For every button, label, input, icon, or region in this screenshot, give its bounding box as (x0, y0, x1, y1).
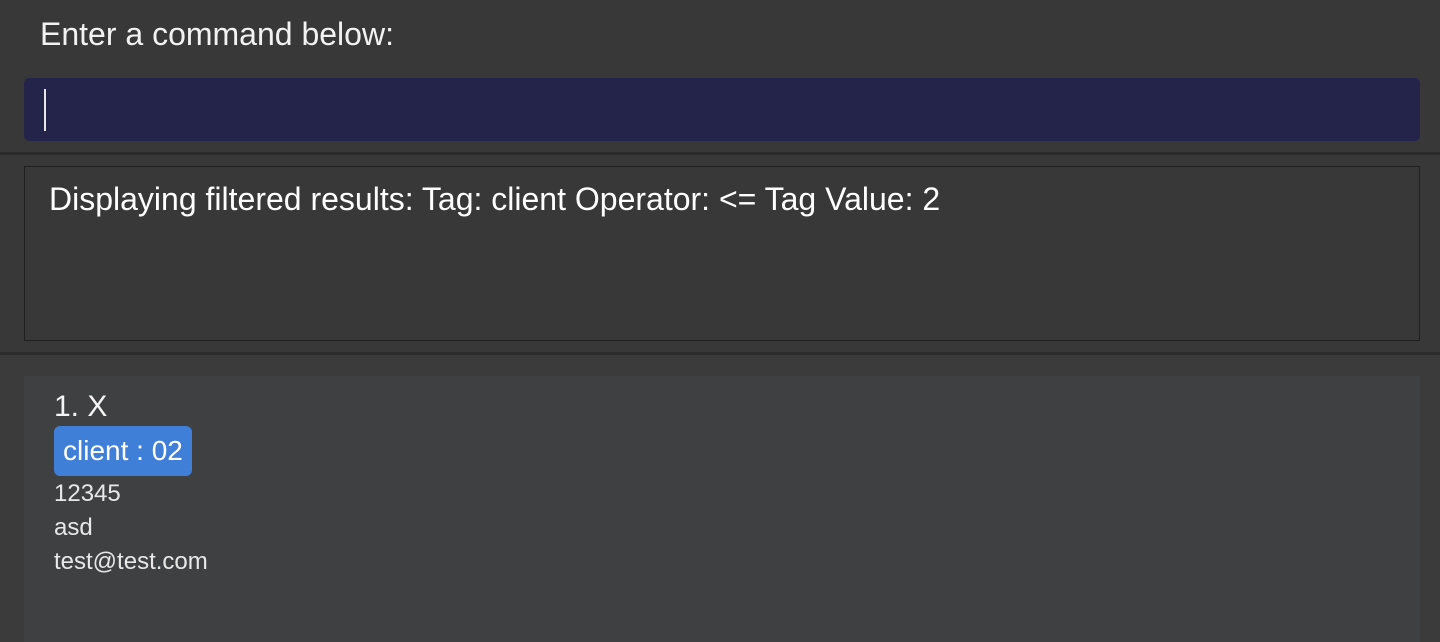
person-phone: 12345 (54, 480, 121, 507)
tag-badge: client : 02 (54, 426, 192, 476)
command-box[interactable] (24, 78, 1420, 141)
person-email: test@test.com (54, 548, 208, 575)
command-section: Enter a command below: (0, 0, 1440, 155)
result-message: Displaying filtered results: Tag: client… (49, 181, 941, 217)
result-section: Displaying filtered results: Tag: client… (0, 155, 1440, 355)
person-address: asd (54, 514, 93, 541)
list-item[interactable]: 1. X client : 02 12345 asd test@test.com (24, 376, 1420, 642)
person-index-name: 1. X (54, 390, 108, 423)
person-list: 1. X client : 02 12345 asd test@test.com (0, 355, 1440, 642)
command-prompt-label: Enter a command below: (40, 16, 394, 52)
command-input[interactable] (24, 78, 1420, 141)
result-display: Displaying filtered results: Tag: client… (24, 166, 1420, 341)
app-window: Enter a command below: Displaying filter… (0, 0, 1440, 642)
text-caret (44, 89, 46, 131)
